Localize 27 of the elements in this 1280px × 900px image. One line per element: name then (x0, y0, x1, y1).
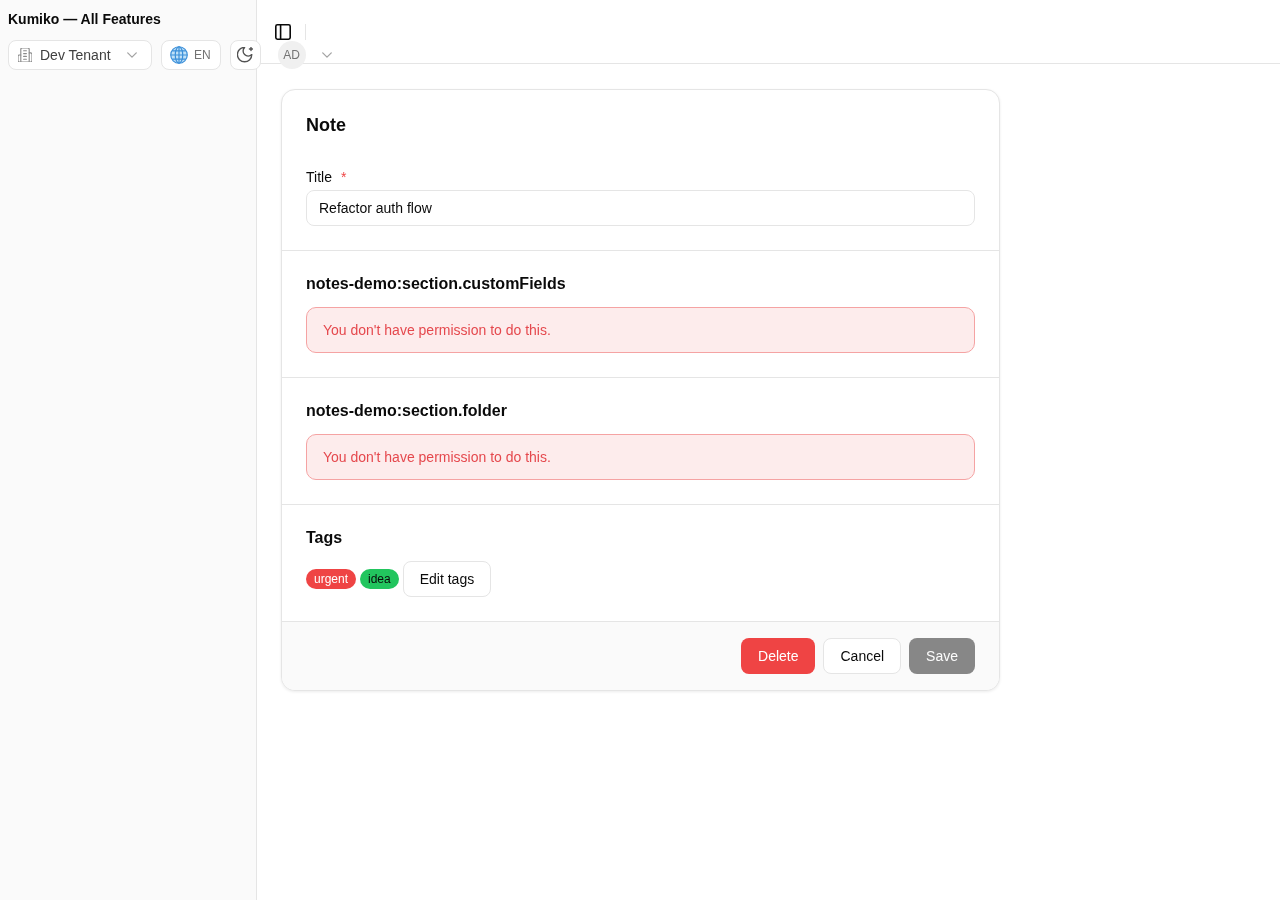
sidebar-icon (275, 23, 291, 40)
error-alert: You don't have permission to do this. (306, 307, 975, 353)
globe-icon (170, 46, 188, 64)
section-heading: notes-demo:section.customFields (306, 275, 567, 293)
section-heading: Tags (306, 529, 344, 547)
required-mark: * (340, 168, 347, 187)
building-icon (18, 48, 32, 62)
user-menu-button[interactable]: AD (277, 41, 332, 69)
chevron-down-icon (127, 52, 137, 58)
tag-chip: urgent (306, 569, 357, 589)
user-avatar: AD (277, 41, 306, 69)
chevron-down-icon (321, 52, 332, 58)
moon-icon (237, 47, 254, 63)
field-label: Title (306, 168, 332, 187)
text-input[interactable]: Refactor auth flow (306, 190, 975, 226)
app-title: Kumiko — All Features (8, 10, 162, 29)
language-button[interactable]: EN (161, 40, 221, 70)
error-alert: You don't have permission to do this. (306, 434, 975, 480)
action-button[interactable]: Cancel (823, 638, 902, 674)
section-heading: notes-demo:section.folder (306, 402, 508, 420)
edit-tags-button[interactable]: Edit tags (402, 561, 492, 597)
tag-chip: idea (360, 569, 399, 589)
action-button[interactable]: Delete (741, 638, 816, 674)
theme-toggle-button[interactable] (229, 40, 261, 70)
card-title: Note (306, 114, 347, 136)
tenant-select[interactable]: Dev Tenant (8, 40, 152, 70)
sidebar-toggle-button[interactable] (275, 23, 291, 40)
